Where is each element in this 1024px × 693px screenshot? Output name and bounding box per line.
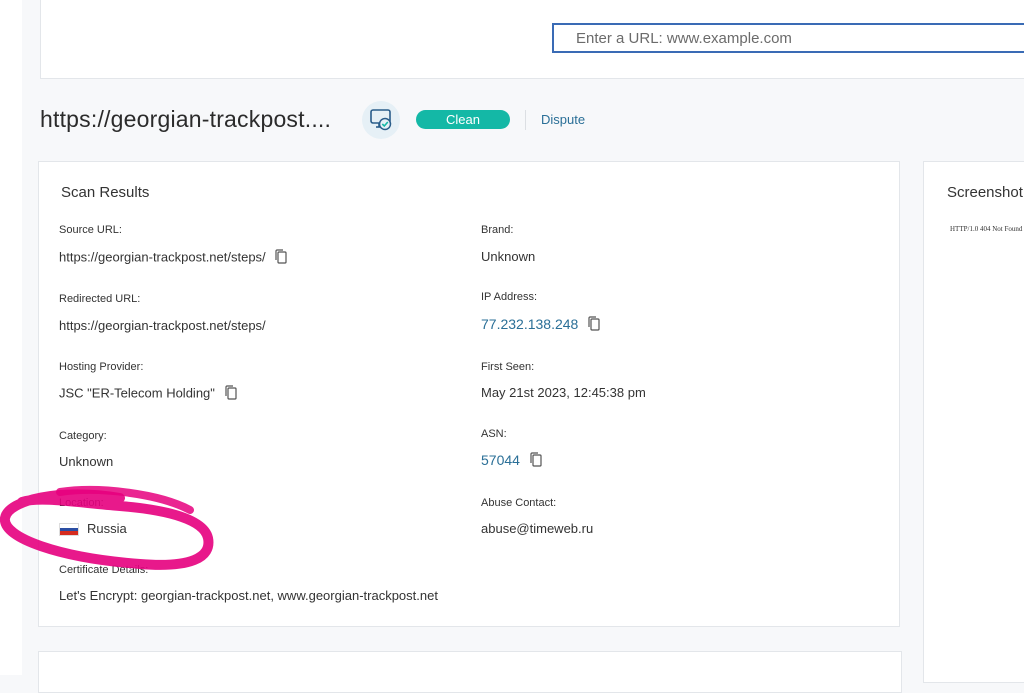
status-badge: Clean: [416, 110, 510, 129]
abuse-contact-label: Abuse Contact:: [481, 497, 557, 509]
source-url-value: https://georgian-trackpost.net/steps/: [59, 249, 266, 265]
hosting-provider-label: Hosting Provider:: [59, 361, 144, 373]
redirected-url-label: Redirected URL:: [59, 293, 141, 305]
scan-results-title: Scan Results: [61, 184, 150, 201]
url-search-input[interactable]: [552, 23, 1024, 53]
source-url-field: https://georgian-trackpost.net/steps/: [59, 249, 287, 267]
hosting-provider-field: JSC "ER-Telecom Holding": [59, 385, 237, 403]
ip-address-label: IP Address:: [481, 291, 538, 303]
page-title: https://georgian-trackpost....: [40, 106, 332, 132]
source-url-label: Source URL:: [59, 224, 122, 236]
certificate-value: Let's Encrypt: georgian-trackpost.net, w…: [59, 588, 438, 603]
ip-address-link[interactable]: 77.232.138.248: [481, 316, 578, 332]
first-seen-value: May 21st 2023, 12:45:38 pm: [481, 385, 646, 400]
abuse-contact-value: abuse@timeweb.ru: [481, 521, 594, 536]
first-seen-label: First Seen:: [481, 361, 535, 373]
copy-icon[interactable]: [275, 249, 287, 267]
copy-icon[interactable]: [530, 452, 542, 470]
copy-icon[interactable]: [588, 316, 600, 334]
copy-icon[interactable]: [224, 385, 237, 403]
screenshot-card: Screenshot HTTP/1.0 404 Not Found: [923, 161, 1024, 683]
asn-label: ASN:: [481, 428, 507, 440]
screenshot-title: Screenshot: [947, 184, 1023, 201]
category-label: Category:: [59, 430, 107, 442]
search-card: [40, 0, 1024, 79]
redirected-url-value: https://georgian-trackpost.net/steps/: [59, 318, 266, 333]
scan-monitor-check-icon: [362, 101, 400, 139]
divider: [525, 110, 526, 130]
screenshot-content-text: HTTP/1.0 404 Not Found: [950, 225, 1023, 233]
category-value: Unknown: [59, 454, 114, 469]
ip-address-field: 77.232.138.248: [481, 316, 600, 334]
dispute-link[interactable]: Dispute: [541, 112, 585, 127]
asn-field: 57044: [481, 452, 542, 470]
next-section-card: [38, 651, 902, 693]
asn-link[interactable]: 57044: [481, 452, 520, 468]
highlight-annotation: [0, 486, 214, 570]
hosting-provider-value: JSC "ER-Telecom Holding": [59, 385, 215, 401]
brand-value: Unknown: [481, 249, 536, 264]
brand-label: Brand:: [481, 224, 514, 236]
